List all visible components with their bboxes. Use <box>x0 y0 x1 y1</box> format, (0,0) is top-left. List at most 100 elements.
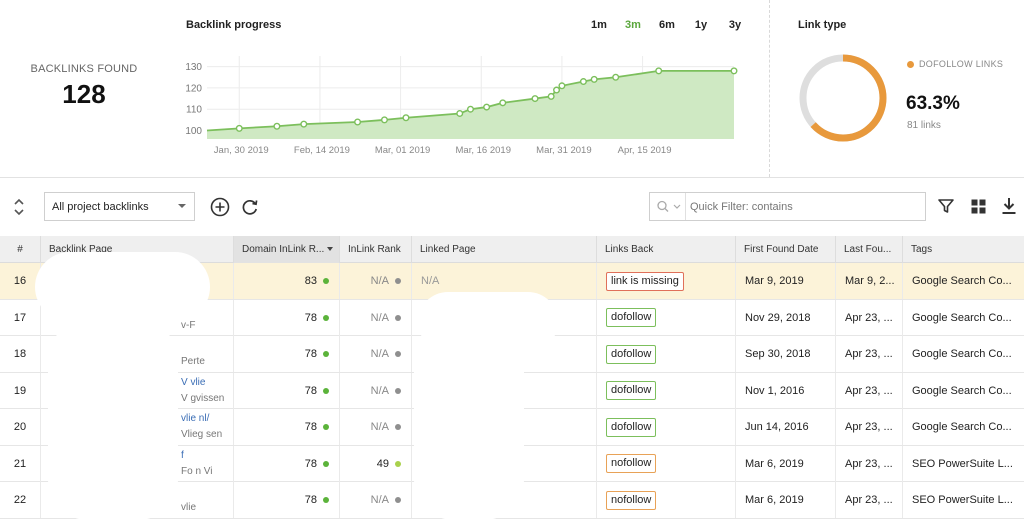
rank-status-dot <box>395 424 401 431</box>
plus-circle-icon <box>210 197 230 217</box>
domain-inlink-rank-value: 78 <box>304 457 317 470</box>
first-found-date: Mar 6, 2019 <box>735 482 835 518</box>
y-tick-label: 100 <box>185 126 202 137</box>
redaction-overlay <box>35 252 210 322</box>
dofollow-links-count: 81 links <box>907 120 941 131</box>
x-tick-label: Jan, 30 2019 <box>214 145 269 156</box>
links-back-cell: dofollow <box>596 409 735 445</box>
funnel-icon <box>938 199 954 213</box>
quick-filter-input[interactable] <box>690 193 920 220</box>
data-point <box>558 82 566 90</box>
backlinks-found-widget: BACKLINKS FOUND 128 <box>30 63 138 110</box>
domain-inlink-rank-cell: 83 <box>233 263 339 299</box>
domain-inlink-rank-value: 78 <box>304 494 317 506</box>
backlink-page-title: vlie <box>181 502 197 513</box>
range-option-3m[interactable]: 3m <box>616 19 650 31</box>
backlink-page-title: Fo n Vi <box>181 465 213 477</box>
x-tick-label: Mar, 16 2019 <box>456 145 511 156</box>
last-found-date: Apr 23, ... <box>835 372 902 409</box>
redaction-overlay <box>414 330 524 520</box>
range-option-6m[interactable]: 6m <box>650 19 684 31</box>
tags-cell: SEO PowerSuite L... <box>902 445 1024 482</box>
table-body: 16sen83N/AN/Alink is missingMar 9, 2019M… <box>0 252 1024 520</box>
first-found-date: Nov 29, 2018 <box>735 299 835 336</box>
range-option-1y[interactable]: 1y <box>684 19 718 31</box>
rank-status-dot <box>323 387 329 394</box>
inlink-rank-value: 49 <box>376 457 389 470</box>
download-icon <box>1002 198 1016 214</box>
inlink-rank-value: N/A <box>370 421 389 433</box>
tags-cell: Google Search Co... <box>902 299 1024 336</box>
range-selector: 1m 3m 6m 1y 3y <box>582 19 752 31</box>
dofollow-percent: 63.3% <box>906 93 960 114</box>
last-found-date: Mar 9, 2... <box>835 263 902 299</box>
row-number: 20 <box>13 421 27 433</box>
backlink-page-url[interactable]: f <box>181 450 184 462</box>
links-back-badge: dofollow <box>606 308 657 328</box>
rank-status-dot <box>323 424 329 431</box>
inlink-rank-cell: N/A <box>339 372 411 409</box>
tags-cell: Google Search Co... <box>902 263 1024 299</box>
row-number: 19 <box>13 384 27 397</box>
range-option-1m[interactable]: 1m <box>582 19 616 31</box>
x-tick-label: Apr, 15 2019 <box>618 145 672 156</box>
rank-status-dot <box>395 351 401 358</box>
chevron-down-icon <box>178 204 186 208</box>
links-back-badge: dofollow <box>606 417 657 437</box>
domain-inlink-rank-value: 78 <box>304 421 317 433</box>
backlink-page-url[interactable]: vlie nl/ <box>181 413 209 425</box>
data-point <box>380 116 388 124</box>
backlink-page-title: v-F <box>181 319 196 331</box>
col-header-tags[interactable]: Tags <box>902 236 1024 263</box>
filter-button[interactable] <box>937 197 955 218</box>
chart-title: Backlink progress <box>186 19 282 31</box>
domain-inlink-rank-cell: 78 <box>233 372 339 409</box>
refresh-button[interactable] <box>239 196 261 221</box>
rank-status-dot <box>323 497 329 504</box>
grid-icon <box>971 199 986 214</box>
inlink-rank-value: N/A <box>370 494 389 506</box>
col-header-domain-inlink-rank[interactable]: Domain InLink R... <box>233 236 339 263</box>
tags-cell: Google Search Co... <box>902 336 1024 372</box>
rank-status-dot <box>323 314 329 321</box>
sort-desc-icon <box>327 247 334 252</box>
col-header-last-found[interactable]: Last Fou... <box>835 236 902 263</box>
rank-status-dot <box>395 314 401 321</box>
rank-status-dot <box>395 460 401 467</box>
data-point <box>235 124 243 132</box>
links-back-cell: dofollow <box>596 372 735 409</box>
range-option-3y[interactable]: 3y <box>718 19 752 31</box>
first-found-date: Jun 14, 2016 <box>735 409 835 445</box>
columns-button[interactable] <box>970 198 987 218</box>
col-header-linked-page[interactable]: Linked Page <box>411 236 596 263</box>
y-tick-label: 130 <box>185 62 202 73</box>
domain-inlink-rank-cell: 78 <box>233 299 339 336</box>
export-button[interactable] <box>1000 196 1018 219</box>
data-point <box>300 120 308 128</box>
col-header-inlink-rank[interactable]: InLink Rank <box>339 236 411 263</box>
inlink-rank-value: N/A <box>370 348 389 360</box>
data-point <box>467 105 475 113</box>
x-tick-label: Feb, 14 2019 <box>294 145 350 156</box>
backlink-progress-chart: 100 110 120 130 Jan, 30 2019 Feb, 14 2019 Mar,… <box>185 56 738 156</box>
links-back-cell: nofollow <box>596 445 735 482</box>
backlinks-scope-select[interactable]: All project backlinks <box>44 192 195 221</box>
domain-inlink-rank-value: 78 <box>304 311 317 324</box>
inlink-rank-cell: N/A <box>339 299 411 336</box>
links-back-cell: nofollow <box>596 482 735 518</box>
data-point <box>456 109 464 117</box>
backlinks-found-value: 128 <box>62 79 106 109</box>
collapse-toggle-icon[interactable] <box>12 196 26 218</box>
col-header-first-found[interactable]: First Found Date <box>735 236 835 263</box>
backlink-page-title: Vlieg sen <box>181 429 223 440</box>
backlink-page-title: Perte <box>181 356 205 367</box>
data-point <box>590 75 598 83</box>
add-button[interactable] <box>209 196 231 221</box>
col-header-links-back[interactable]: Links Back <box>596 236 735 263</box>
col-header-num[interactable]: # <box>0 236 40 263</box>
filter-mode-dropdown[interactable] <box>650 193 686 220</box>
links-back-cell: dofollow <box>596 336 735 372</box>
first-found-date: Sep 30, 2018 <box>735 336 835 372</box>
last-found-date: Apr 23, ... <box>835 445 902 482</box>
backlink-page-url[interactable]: V vlie <box>181 377 205 389</box>
